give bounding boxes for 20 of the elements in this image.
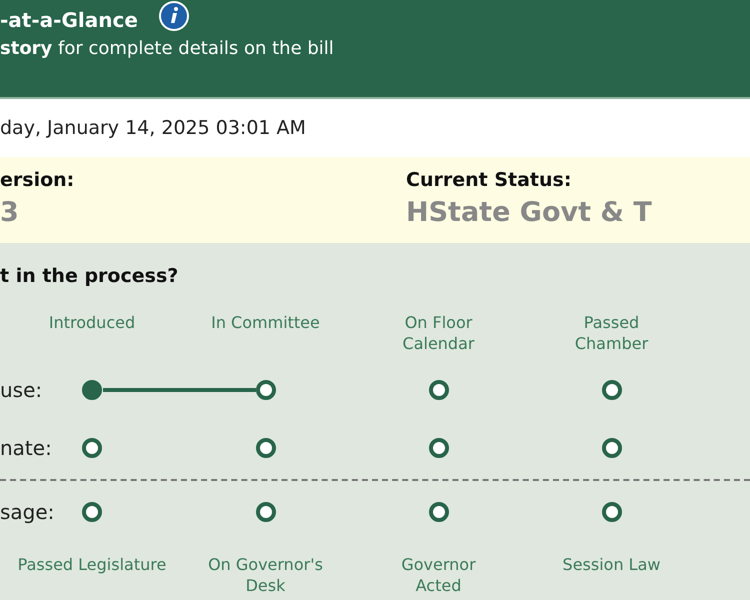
stage-label: On Floor Calendar <box>402 313 476 355</box>
row-label: sage: <box>0 500 56 524</box>
field-label: ersion: <box>0 169 76 191</box>
stage-label: Governor Acted <box>400 555 477 597</box>
stage-label: On Governor's Desk <box>207 555 324 597</box>
stage-label: Passed Legislature <box>16 555 168 576</box>
subtitle-text: story for complete details on the bill <box>0 38 335 59</box>
row-label: use: <box>0 378 44 402</box>
field-label: Current Status: <box>406 169 572 191</box>
stage-label: Introduced <box>48 313 136 334</box>
page-title: -at-a-Glance <box>0 8 138 32</box>
info-icon[interactable] <box>158 0 190 32</box>
field-value: HState Govt & T <box>406 197 652 228</box>
last-updated-text: day, January 14, 2025 03:01 AM <box>0 117 306 139</box>
stage-label: Session Law <box>562 555 662 576</box>
section-heading: t in the process? <box>0 265 180 287</box>
field-value: 3 <box>0 197 20 228</box>
row-label: nate: <box>0 436 53 460</box>
stage-label: Passed Chamber <box>574 313 650 355</box>
stage-label: In Committee <box>210 313 321 334</box>
